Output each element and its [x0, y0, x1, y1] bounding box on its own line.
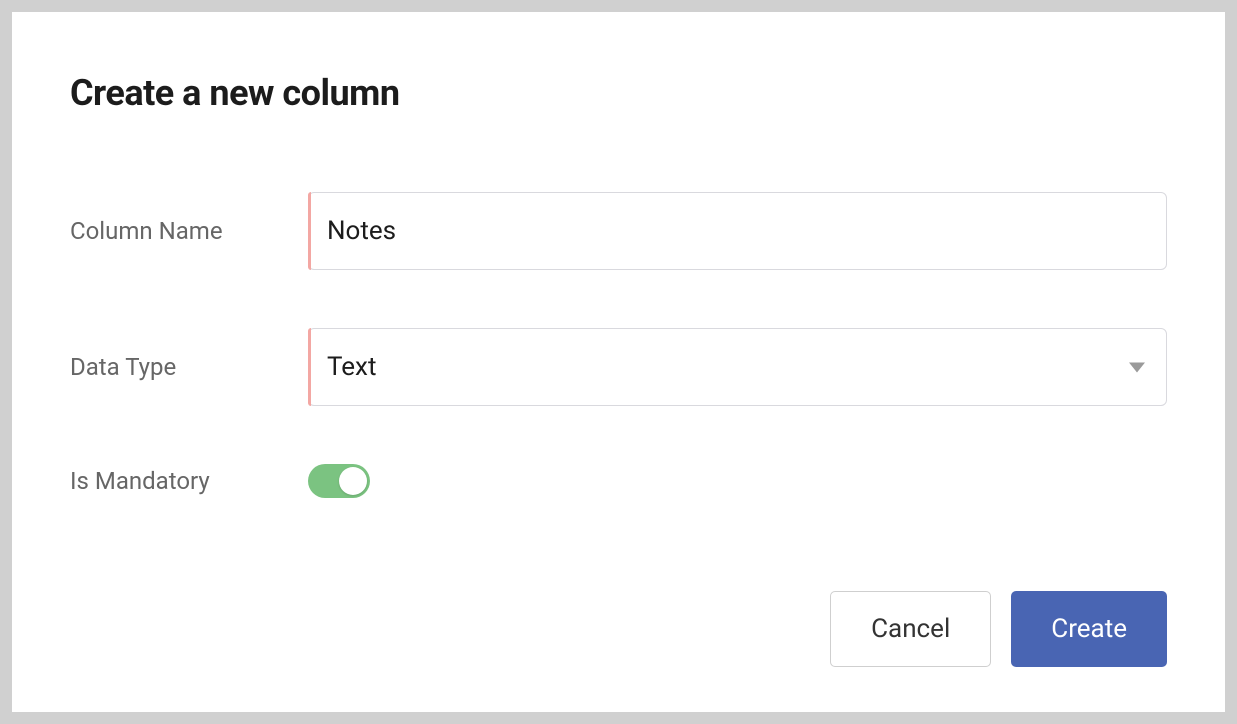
cancel-button[interactable]: Cancel [830, 591, 991, 667]
data-type-label: Data Type [70, 353, 308, 381]
data-type-select-wrapper: Text [308, 328, 1167, 406]
column-name-row: Column Name [70, 192, 1167, 270]
required-marker-icon [308, 328, 311, 406]
is-mandatory-row: Is Mandatory [70, 464, 1167, 498]
create-button[interactable]: Create [1011, 591, 1167, 667]
create-column-dialog: Create a new column Column Name Data Typ… [12, 12, 1225, 712]
dialog-title: Create a new column [70, 72, 1167, 114]
data-type-select[interactable]: Text [308, 328, 1167, 406]
toggle-knob-icon [339, 467, 367, 495]
required-marker-icon [308, 192, 311, 270]
is-mandatory-toggle[interactable] [308, 464, 370, 498]
data-type-value: Text [327, 352, 376, 382]
column-name-input-wrapper [308, 192, 1167, 270]
column-name-input[interactable] [308, 192, 1167, 270]
column-name-label: Column Name [70, 217, 308, 245]
dialog-actions: Cancel Create [70, 591, 1167, 667]
is-mandatory-label: Is Mandatory [70, 467, 308, 495]
data-type-row: Data Type Text [70, 328, 1167, 406]
